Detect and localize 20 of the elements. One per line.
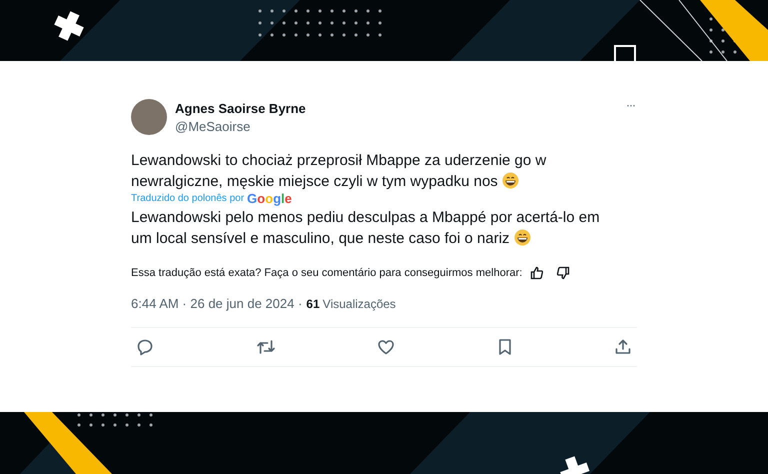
avatar[interactable] [131,99,167,135]
feedback-prompt: Essa tradução está exata? Faça o seu comentário para conseguirmos melhorar: [131,266,522,281]
grinning-face-icon [514,229,531,246]
heart-icon[interactable] [377,338,395,356]
author-handle[interactable]: @MeSaoirse [175,118,250,136]
views-label: Visualizações [322,296,396,312]
thumbs-up-icon[interactable] [530,266,544,280]
bookmark-icon[interactable] [496,338,512,356]
views-count: 61 [306,296,320,312]
author-name[interactable]: Agnes Saoirse Byrne [175,100,306,118]
timestamp[interactable]: 6:44 AM · 26 de jun de 2024 · [131,294,302,312]
retweet-icon[interactable] [256,338,276,356]
google-logo: Google [247,192,292,206]
grinning-face-icon [502,172,519,189]
thumbs-down-icon[interactable] [556,266,570,280]
tweet-text: Lewandowski to chociaż przeprosił Mbappe za uderzenie go w newralgiczne, męskie miejsce czyli w tym wypadku nos [131,151,546,192]
more-button[interactable]: ··· [626,99,635,111]
translated-text: Lewandowski pelo menos pediu desculpas a Mbappé por acertá-lo em um local sensível e masculino, que neste caso foi o nariz [131,208,600,249]
share-icon[interactable] [614,338,632,356]
reply-icon[interactable] [136,338,154,356]
